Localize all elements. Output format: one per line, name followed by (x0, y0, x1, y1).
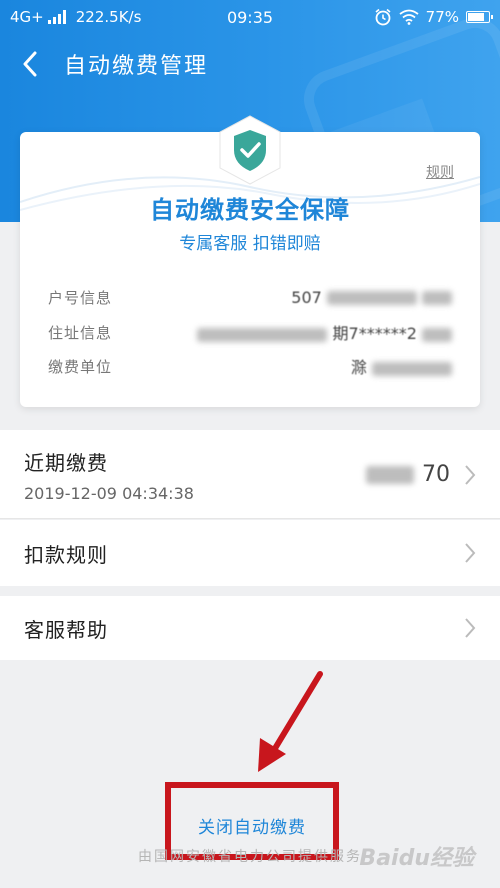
back-button[interactable] (0, 36, 60, 92)
redacted-block (197, 327, 328, 342)
chevron-right-icon (465, 464, 476, 485)
close-auto-pay-button[interactable]: 关闭自动缴费 (165, 808, 339, 842)
recent-payment-text: 近期缴费 2019-12-09 04:34:38 (24, 447, 194, 503)
billing-unit-value: 滁 (351, 354, 452, 378)
redacted-block (372, 361, 452, 376)
account-number-row: 户号信息 507 (48, 285, 452, 309)
address-value: 期7******2 (197, 320, 452, 344)
shield-check-icon (219, 115, 281, 185)
chevron-right-icon (465, 618, 476, 638)
customer-service-label: 客服帮助 (24, 617, 108, 642)
nav-bar: 自动缴费管理 (0, 36, 500, 92)
customer-service-section: 客服帮助 (0, 596, 500, 660)
account-number-label: 户号信息 (48, 288, 113, 307)
chevron-right-icon (465, 543, 476, 563)
clock: 09:35 (226, 7, 274, 27)
account-number-value: 507 (291, 288, 452, 307)
card-title: 自动缴费安全保障 (150, 196, 350, 224)
shield-badge (214, 114, 286, 186)
card-subtitle: 专属客服 扣错即赔 (179, 234, 321, 254)
rules-link[interactable]: 规则 (426, 162, 454, 182)
redacted-block (422, 327, 452, 342)
security-card: 规则 自动缴费安全保障 专属客服 扣错即赔 户号信息 507 住址信息 期7**… (20, 115, 480, 407)
address-label: 住址信息 (48, 323, 113, 342)
billing-unit-label: 缴费单位 (48, 357, 113, 376)
redacted-block (422, 291, 452, 305)
deduction-rules-section: 扣款规则 (0, 520, 500, 586)
battery-icon (466, 11, 493, 23)
deduction-rules-label: 扣款规则 (24, 542, 108, 567)
deduction-rules-item[interactable]: 扣款规则 (0, 520, 500, 586)
annotation-arrow (258, 671, 323, 772)
recent-payment-amount: 70 (366, 462, 450, 487)
recent-payment-item[interactable]: 近期缴费 2019-12-09 04:34:38 70 (0, 430, 500, 519)
watermark-logo: Baidu经验 (359, 846, 474, 871)
status-bar: 4G+ 222.5K/s 09:35 77% (0, 0, 500, 34)
billing-unit-row: 缴费单位 滁 (48, 354, 452, 378)
redacted-block (326, 291, 417, 305)
customer-service-item[interactable]: 客服帮助 (0, 596, 500, 660)
recent-payment-section: 近期缴费 2019-12-09 04:34:38 70 (0, 430, 500, 519)
back-arrow-icon (23, 51, 37, 77)
recent-payment-title: 近期缴费 (24, 450, 108, 475)
address-row: 住址信息 期7******2 (48, 320, 452, 344)
page-title: 自动缴费管理 (64, 54, 209, 79)
recent-payment-datetime: 2019-12-09 04:34:38 (24, 483, 194, 503)
redacted-block (366, 465, 414, 484)
